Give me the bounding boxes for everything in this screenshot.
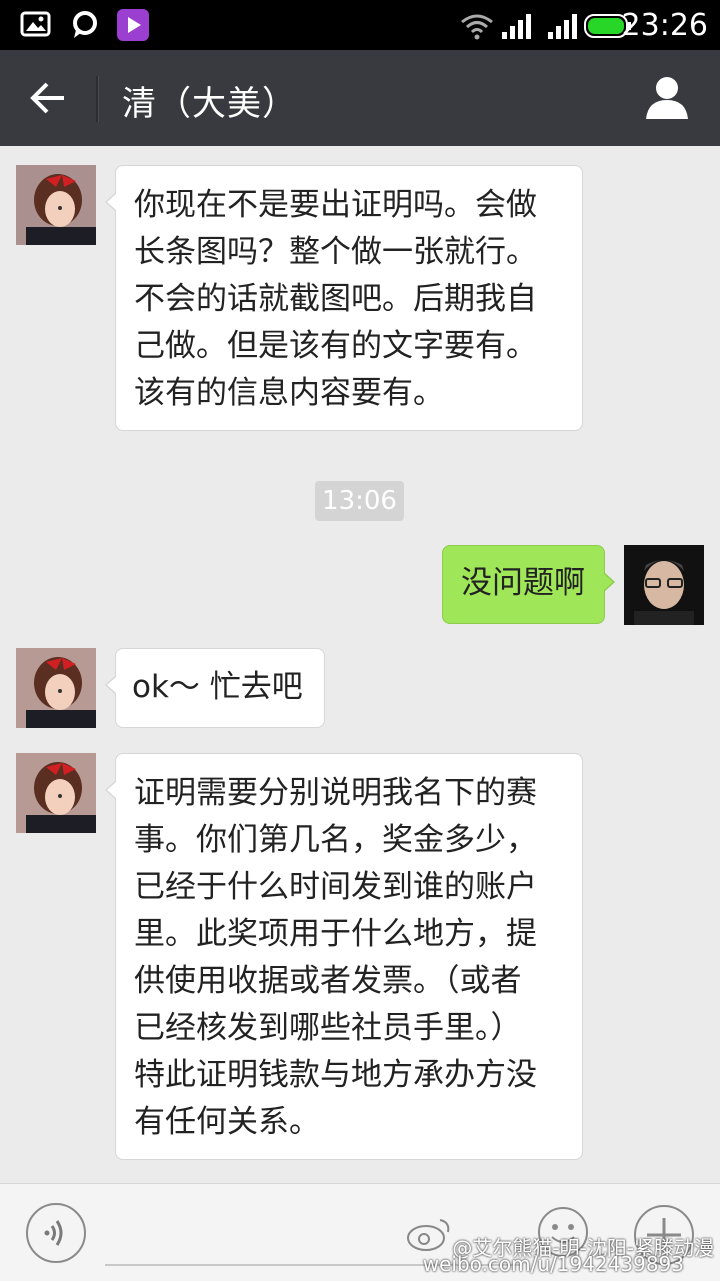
chat-header: 清（大美） — [0, 50, 720, 146]
contact-avatar[interactable] — [16, 753, 96, 833]
watermark-url: weibo.com/u/1942439893 — [422, 1252, 684, 1276]
voice-input-button[interactable] — [25, 1202, 87, 1264]
header-divider — [96, 76, 99, 122]
contact-avatar[interactable] — [16, 648, 96, 728]
message-timestamp: 13:06 — [315, 481, 404, 521]
contact-avatar[interactable] — [16, 165, 96, 245]
weibo-logo-icon — [407, 1219, 450, 1251]
gallery-icon — [20, 11, 51, 37]
back-button[interactable] — [20, 68, 80, 128]
message-text: ok～ 忙去吧 — [132, 669, 303, 705]
wifi-icon — [461, 14, 493, 40]
message-bubble-received[interactable]: 证明需要分别说明我名下的赛 事。你们第几名，奖金多少， 已经于什么时间发到谁的账… — [105, 753, 583, 1160]
message-text: 没问题啊 — [461, 565, 585, 601]
person-icon — [646, 77, 688, 119]
contact-profile-button[interactable] — [642, 72, 692, 122]
video-player-icon — [117, 9, 149, 41]
signal-icon-1 — [502, 14, 531, 39]
back-arrow-icon — [30, 82, 64, 114]
message-bubble-sent[interactable]: 没问题啊 — [442, 545, 615, 624]
status-bar: 23:26 — [0, 0, 720, 50]
signal-icon-2 — [548, 14, 577, 39]
message-bubble-received[interactable]: ok～ 忙去吧 — [105, 648, 325, 728]
my-avatar[interactable] — [624, 545, 704, 625]
chat-title: 清（大美） — [122, 84, 297, 124]
clock: 23:26 — [621, 8, 708, 43]
message-text: 证明需要分别说明我名下的赛 事。你们第几名，奖金多少， 已经于什么时间发到谁的账… — [134, 775, 537, 1140]
chat-icon — [73, 11, 97, 38]
message-bubble-received[interactable]: 你现在不是要出证明吗。会做 长条图吗？整个做一张就行。 不会的话就截图吧。后期我… — [105, 165, 583, 431]
message-text: 你现在不是要出证明吗。会做 长条图吗？整个做一张就行。 不会的话就截图吧。后期我… — [134, 187, 537, 411]
voice-icon — [44, 1220, 63, 1246]
